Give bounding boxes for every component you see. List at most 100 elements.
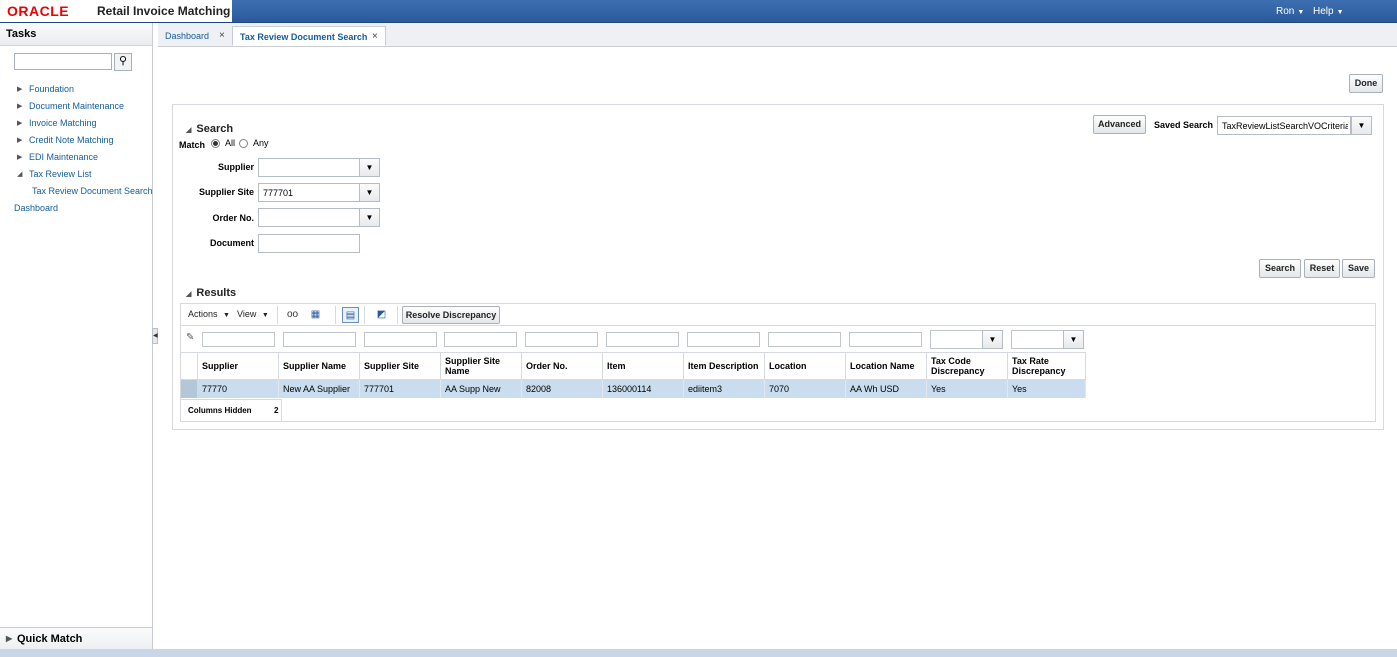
search-icon[interactable]: ⚲: [114, 53, 132, 71]
column-header-supplier-site-name[interactable]: Supplier Site Name: [441, 353, 522, 379]
match-all-radio[interactable]: [211, 139, 220, 148]
expand-arrow-icon[interactable]: ▶: [17, 98, 22, 115]
order-no-input[interactable]: [258, 208, 360, 227]
document-input[interactable]: [258, 234, 360, 253]
expand-arrow-icon[interactable]: ▶: [17, 132, 22, 149]
task-item-document-maintenance[interactable]: ▶ Document Maintenance: [0, 98, 152, 115]
toolbar-divider: [397, 306, 398, 324]
search-button[interactable]: Search: [1259, 259, 1301, 278]
expand-arrow-icon[interactable]: ▶: [6, 628, 12, 650]
query-by-example-icon[interactable]: ▤: [342, 307, 359, 323]
supplier-input[interactable]: [258, 158, 360, 177]
done-button[interactable]: Done: [1349, 74, 1383, 93]
filter-order-no[interactable]: [525, 332, 598, 347]
user-menu[interactable]: Ron ▼: [1276, 6, 1304, 17]
column-header-supplier-name[interactable]: Supplier Name: [279, 353, 360, 379]
results-section-header[interactable]: ◢ Results: [186, 287, 236, 299]
close-icon[interactable]: ×: [219, 26, 225, 46]
filter-location-name[interactable]: [849, 332, 922, 347]
tab-label: Tax Review Document Search: [240, 32, 368, 42]
column-header-location[interactable]: Location: [765, 353, 846, 379]
filter-supplier[interactable]: [202, 332, 275, 347]
filter-tax-code-discrepancy[interactable]: [930, 330, 983, 349]
chevron-down-icon[interactable]: ▼: [359, 158, 380, 177]
column-header-item-description[interactable]: Item Description: [684, 353, 765, 379]
help-menu[interactable]: Help ▼: [1313, 6, 1344, 17]
tab-tax-review-document-search[interactable]: Tax Review Document Search ×: [232, 26, 386, 46]
task-item-invoice-matching[interactable]: ▶ Invoice Matching: [0, 115, 152, 132]
chevron-down-icon[interactable]: ▼: [1351, 116, 1372, 135]
filter-item[interactable]: [606, 332, 679, 347]
panel-collapse-handle[interactable]: ◀: [152, 328, 158, 344]
task-item-tax-review-document-search[interactable]: Tax Review Document Search: [0, 183, 153, 200]
table-row[interactable]: 77770 New AA Supplier 777701 AA Supp New…: [181, 380, 1086, 398]
results-title: Results: [196, 287, 237, 299]
task-item-dashboard[interactable]: Dashboard: [0, 200, 152, 217]
filter-item-description[interactable]: [687, 332, 760, 347]
filter-location[interactable]: [768, 332, 841, 347]
cell-item: 136000114: [603, 380, 684, 398]
chevron-down-icon[interactable]: ▼: [1063, 330, 1084, 349]
app-title: Retail Invoice Matching: [97, 4, 231, 18]
column-header-tax-code-discrepancy[interactable]: Tax Code Discrepancy: [927, 353, 1008, 379]
task-item-credit-note-matching[interactable]: ▶ Credit Note Matching: [0, 132, 152, 149]
filter-supplier-name[interactable]: [283, 332, 356, 347]
save-button[interactable]: Save: [1342, 259, 1375, 278]
column-header-item[interactable]: Item: [603, 353, 684, 379]
chevron-down-icon[interactable]: ▼: [359, 208, 380, 227]
column-header-supplier-site[interactable]: Supplier Site: [360, 353, 441, 379]
view-menu[interactable]: View ▼: [237, 309, 269, 319]
clear-filter-icon[interactable]: ✎: [186, 332, 194, 343]
filter-supplier-site-name[interactable]: [444, 332, 517, 347]
collapse-arrow-icon[interactable]: ◢: [186, 127, 191, 134]
glasses-icon[interactable]: oo: [284, 307, 301, 323]
row-selector[interactable]: [181, 380, 197, 398]
search-section-header[interactable]: ◢ Search: [186, 123, 233, 135]
reset-button[interactable]: Reset: [1304, 259, 1340, 278]
export-icon[interactable]: ◩: [373, 307, 390, 323]
task-tree: ▶ Foundation ▶ Document Maintenance ▶ Invoi…: [0, 81, 153, 217]
task-item-foundation[interactable]: ▶ Foundation: [0, 81, 152, 98]
column-header-supplier[interactable]: Supplier: [198, 353, 279, 379]
quick-match-panel[interactable]: ▶ Quick Match: [0, 627, 152, 650]
column-header-tax-rate-discrepancy[interactable]: Tax Rate Discrepancy: [1008, 353, 1086, 379]
saved-search-select[interactable]: [1217, 116, 1351, 135]
collapse-arrow-icon[interactable]: ◢: [186, 291, 191, 298]
detach-table-icon[interactable]: ▦: [307, 307, 324, 323]
tab-dashboard[interactable]: Dashboard ×: [158, 26, 234, 46]
expand-arrow-icon[interactable]: ▶: [17, 115, 22, 132]
actions-label: Actions: [188, 309, 218, 319]
task-search-input[interactable]: [14, 53, 112, 70]
expand-arrow-icon[interactable]: ▶: [17, 149, 22, 166]
advanced-button[interactable]: Advanced: [1093, 115, 1146, 134]
tab-label: Dashboard: [165, 31, 210, 41]
columns-hidden-label: Columns Hidden: [188, 406, 252, 415]
cell-supplier-site: 777701: [360, 380, 441, 398]
chevron-down-icon: ▼: [1336, 9, 1344, 16]
filter-supplier-site[interactable]: [364, 332, 437, 347]
match-any-radio[interactable]: [239, 139, 248, 148]
supplier-site-input[interactable]: [258, 183, 360, 202]
columns-hidden-count: 2: [274, 406, 279, 415]
close-icon[interactable]: ×: [372, 27, 378, 47]
task-item-edi-maintenance[interactable]: ▶ EDI Maintenance: [0, 149, 152, 166]
chevron-down-icon: ▼: [223, 312, 230, 319]
column-header-order-no[interactable]: Order No.: [522, 353, 603, 379]
tasks-panel: Tasks ⚲ ▶ Foundation ▶ Document Maintenanc…: [0, 23, 153, 650]
results-toolbar: Actions ▼ View ▼ oo ▦ ▤ ◩ Resolve Discre…: [180, 303, 1376, 326]
actions-menu[interactable]: Actions ▼: [188, 309, 230, 319]
task-item-tax-review-list[interactable]: ◢ Tax Review List: [0, 166, 152, 183]
chevron-down-icon[interactable]: ▼: [359, 183, 380, 202]
column-header-location-name[interactable]: Location Name: [846, 353, 927, 379]
toolbar-divider: [364, 306, 365, 324]
filter-tax-rate-discrepancy[interactable]: [1011, 330, 1064, 349]
collapse-arrow-icon[interactable]: ◢: [17, 166, 22, 183]
chevron-down-icon[interactable]: ▼: [982, 330, 1003, 349]
expand-arrow-icon[interactable]: ▶: [17, 81, 22, 98]
cell-supplier: 77770: [198, 380, 279, 398]
chevron-down-icon: ▼: [1297, 9, 1305, 16]
help-label: Help: [1313, 6, 1334, 17]
order-no-label: Order No.: [212, 213, 254, 223]
match-label: Match: [179, 140, 206, 150]
resolve-discrepancy-button[interactable]: Resolve Discrepancy: [402, 306, 500, 324]
